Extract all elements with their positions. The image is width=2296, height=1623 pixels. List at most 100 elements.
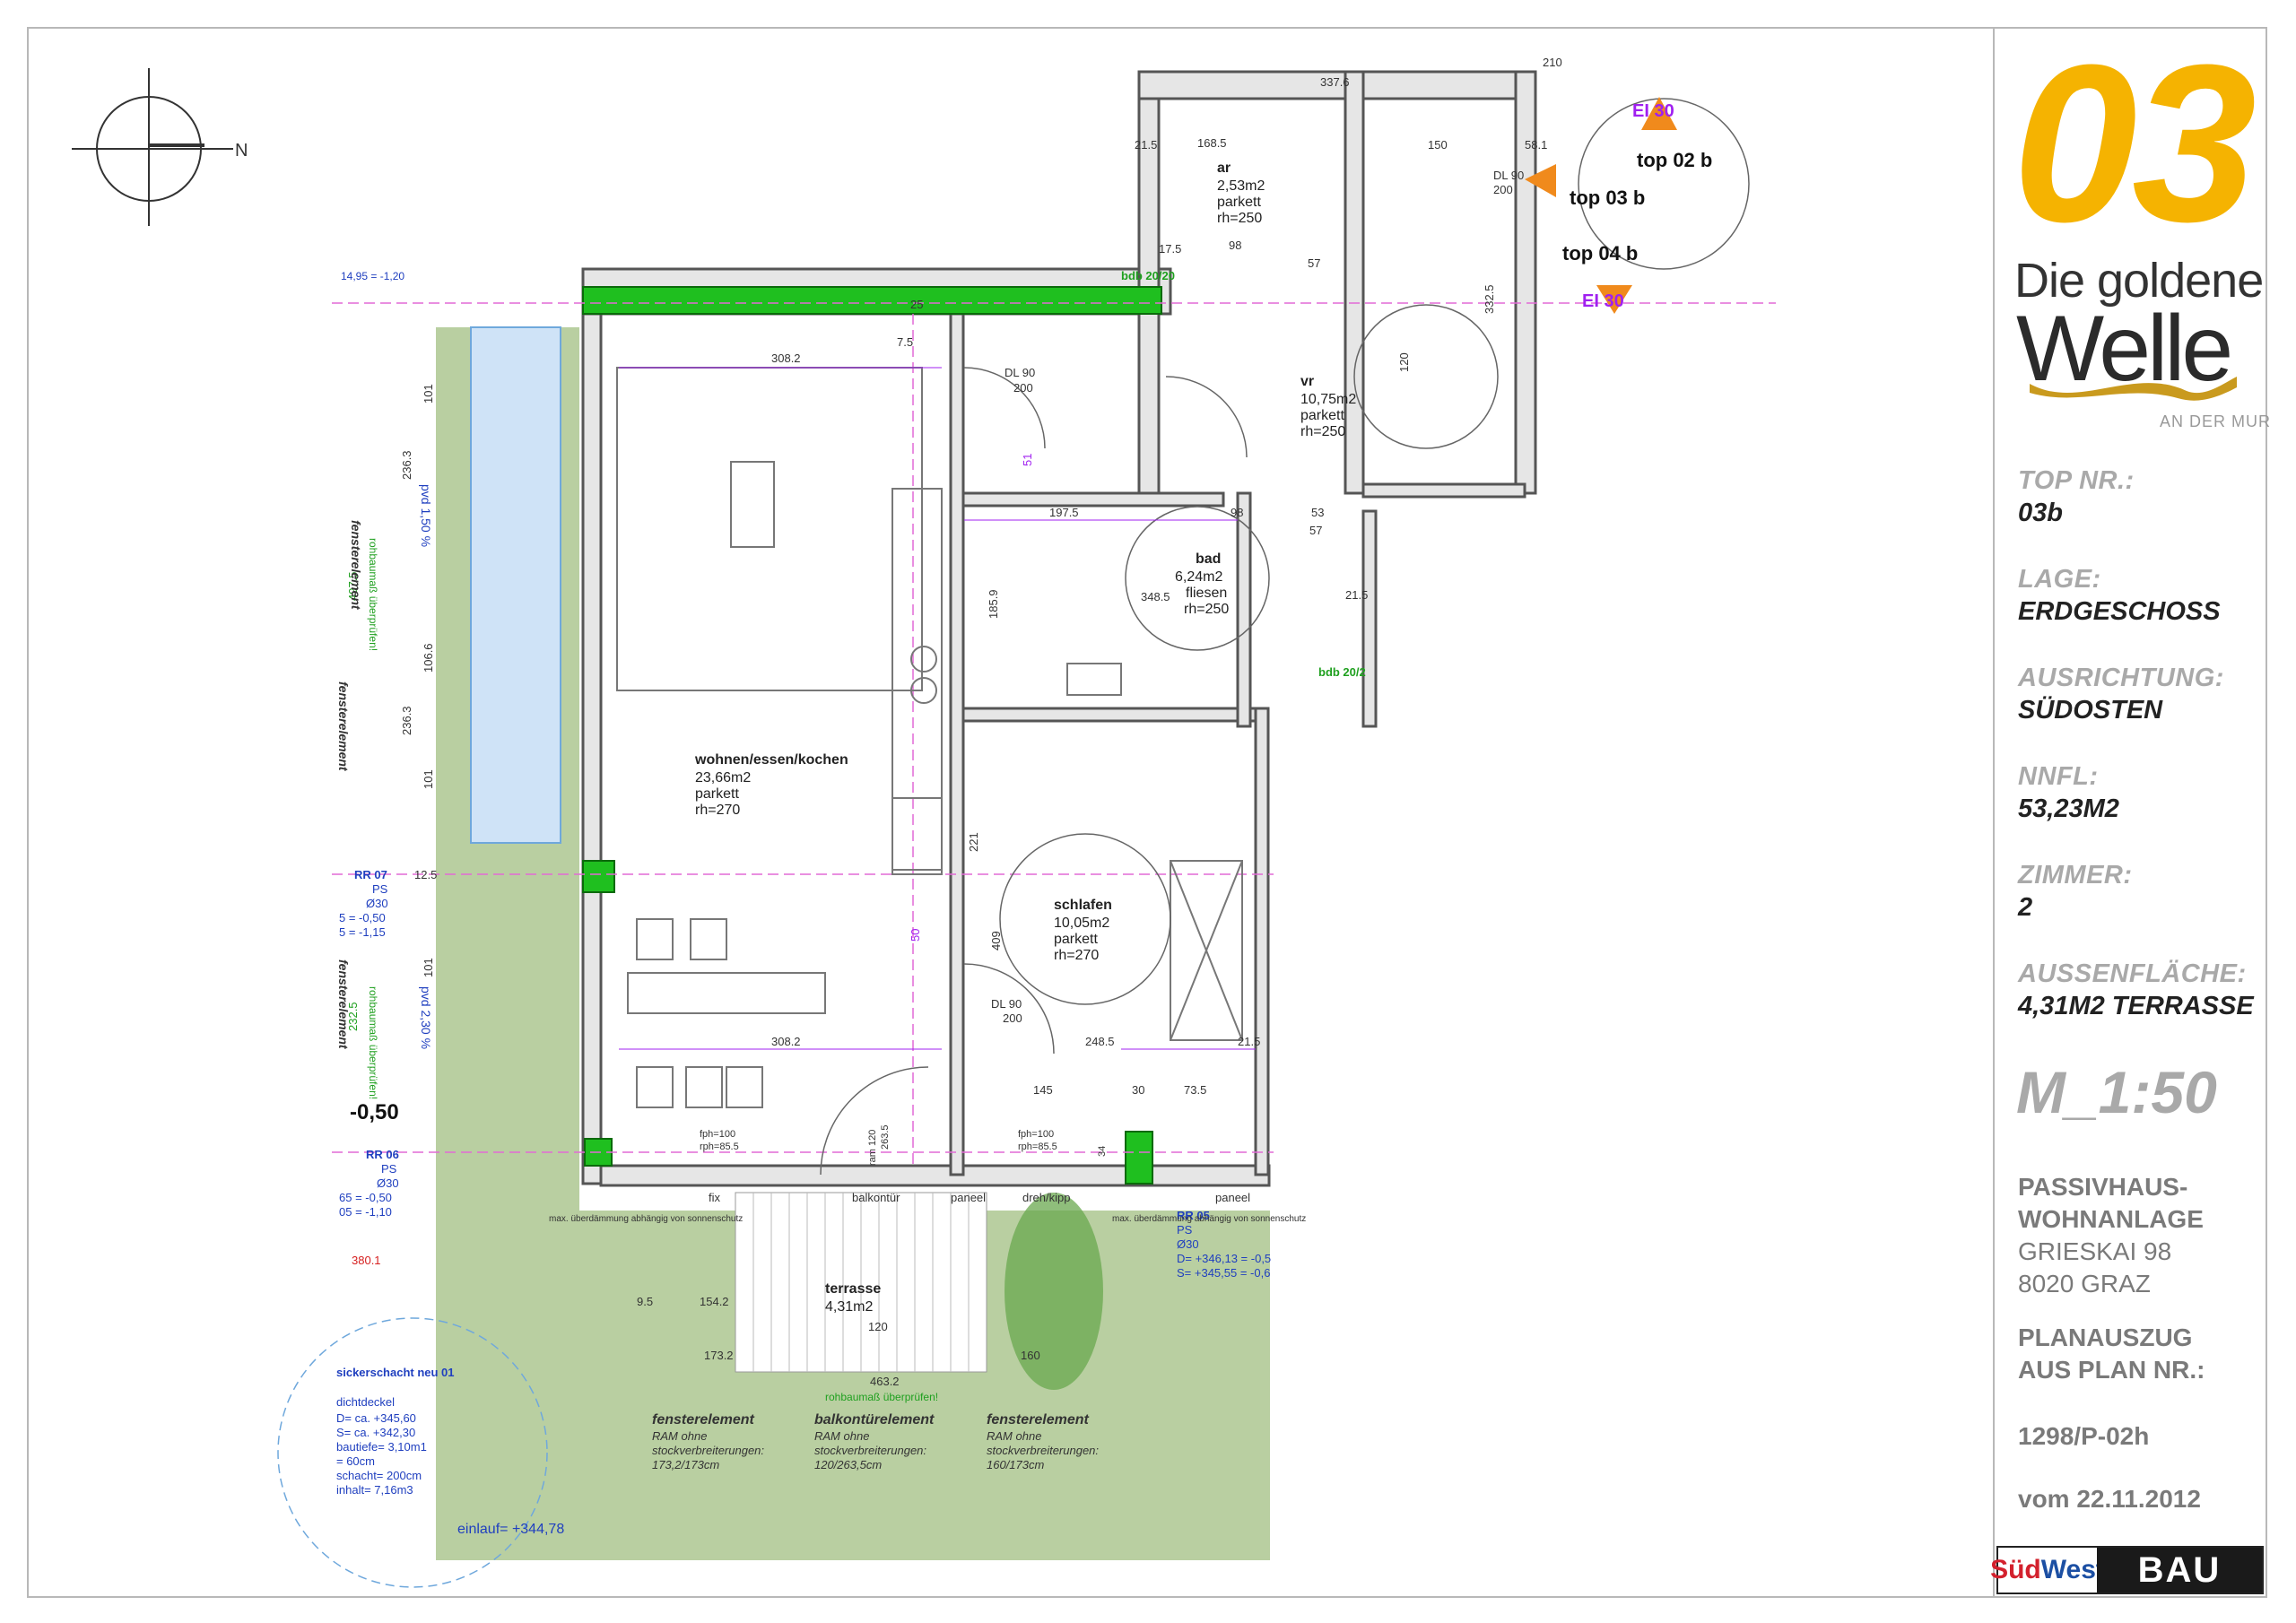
info-value-zimmer: 2	[2018, 893, 2033, 922]
svg-text:236.3: 236.3	[400, 706, 413, 735]
svg-text:-0,50: -0,50	[350, 1100, 399, 1124]
svg-text:S= +345,55 = -0,6: S= +345,55 = -0,6	[1177, 1266, 1270, 1280]
svg-text:73.5: 73.5	[1184, 1083, 1206, 1097]
bdb-label: bdb 20/20	[1121, 269, 1175, 282]
svg-text:fensterelement: fensterelement	[336, 959, 351, 1050]
svg-text:185.9: 185.9	[987, 589, 1000, 619]
svg-text:pvd 1,50 %: pvd 1,50 %	[419, 484, 433, 547]
svg-text:120: 120	[1397, 352, 1411, 372]
svg-text:05 = -1,10: 05 = -1,10	[339, 1205, 392, 1219]
svg-text:120: 120	[868, 1320, 888, 1333]
svg-text:fph=100: fph=100	[1018, 1129, 1054, 1140]
svg-text:max. überdämmung abhängig von: max. überdämmung abhängig von sonnenschu…	[549, 1214, 743, 1224]
svg-text:98: 98	[1229, 239, 1241, 252]
svg-text:150: 150	[1428, 138, 1448, 152]
svg-text:paneel: paneel	[951, 1191, 986, 1204]
legend-fensterelement-2: fensterelement	[987, 1412, 1089, 1428]
info-value-nnfl: 53,23M2	[2018, 794, 2119, 823]
svg-text:145: 145	[1033, 1083, 1053, 1097]
info-value-ausrichtung: SÜDOSTEN	[2018, 696, 2163, 725]
svg-text:51: 51	[1021, 454, 1034, 466]
svg-text:rohbaumaß überprüfen!: rohbaumaß überprüfen!	[367, 538, 379, 651]
svg-text:2,53m2: 2,53m2	[1217, 178, 1265, 194]
svg-text:rph=85.5: rph=85.5	[1018, 1141, 1057, 1152]
svg-text:RAM ohne: RAM ohne	[814, 1429, 869, 1443]
svg-text:pvd 2,30 %: pvd 2,30 %	[419, 986, 433, 1049]
info-label-aussenflaeche: AUSSENFLÄCHE:	[2018, 959, 2247, 988]
top-number: 03	[2012, 18, 2257, 268]
svg-text:4,31m2: 4,31m2	[825, 1299, 873, 1315]
info-label-top-nr: TOP NR.:	[2018, 466, 2135, 495]
north-label: N	[235, 141, 248, 161]
svg-text:173.2: 173.2	[704, 1349, 734, 1362]
svg-text:rh=270: rh=270	[1054, 948, 1099, 963]
company-logo-left: Süd West	[1990, 1548, 2105, 1593]
svg-text:106.6: 106.6	[422, 643, 435, 673]
company-logo: Süd West BAU	[1990, 1546, 2264, 1594]
info-value-top-nr: 03b	[2018, 499, 2063, 527]
svg-text:160: 160	[1021, 1349, 1040, 1362]
svg-text:10,05m2: 10,05m2	[1054, 916, 1109, 931]
svg-text:= 60cm: = 60cm	[336, 1454, 375, 1468]
svg-text:101: 101	[422, 769, 435, 789]
svg-text:dichtdeckel: dichtdeckel	[336, 1395, 395, 1409]
svg-text:25: 25	[910, 298, 923, 311]
svg-text:101: 101	[422, 958, 435, 977]
svg-text:bdb 20/2: bdb 20/2	[1318, 665, 1366, 679]
info-value-aussenflaeche: 4,31M2 TERRASSE	[2018, 992, 2254, 1020]
legend-fensterelement-1: fensterelement	[652, 1412, 754, 1428]
svg-text:463.2: 463.2	[870, 1375, 900, 1388]
top-label-02b: top 02 b	[1637, 149, 1712, 171]
svg-text:58.1: 58.1	[1525, 138, 1547, 152]
svg-text:9.5: 9.5	[637, 1295, 653, 1308]
window-glass	[470, 326, 561, 844]
svg-text:5 = -0,50: 5 = -0,50	[339, 911, 386, 924]
svg-text:21.5: 21.5	[1238, 1035, 1260, 1048]
svg-text:23,66m2: 23,66m2	[695, 770, 751, 785]
room-name-terrasse: terrasse	[825, 1281, 881, 1297]
info-label-ausrichtung: AUSRICHTUNG:	[2018, 664, 2224, 692]
svg-text:57: 57	[1308, 256, 1320, 270]
top-label-04b: top 04 b	[1562, 242, 1638, 265]
svg-text:221: 221	[967, 832, 980, 852]
svg-text:Ø30: Ø30	[366, 897, 388, 910]
info-label-nnfl: NNFL:	[2018, 762, 2099, 791]
project-line-4: 8020 GRAZ	[2018, 1270, 2151, 1298]
tree-icon	[1004, 1193, 1103, 1390]
svg-text:parkett: parkett	[695, 786, 739, 802]
room-name-vr: vr	[1300, 374, 1314, 389]
sickerschacht-title: sickerschacht neu 01	[336, 1366, 455, 1379]
door-label: DL 90	[1004, 366, 1035, 379]
svg-text:rh=270: rh=270	[695, 803, 740, 818]
svg-text:348.5: 348.5	[1141, 590, 1170, 603]
plan-ref-label-2: AUS PLAN NR.:	[2018, 1356, 2205, 1384]
room-name-wohnen: wohnen/essen/kochen	[694, 752, 848, 768]
svg-text:197.5: 197.5	[1049, 506, 1079, 519]
svg-text:rh=250: rh=250	[1217, 211, 1262, 226]
svg-text:154.2: 154.2	[700, 1295, 729, 1308]
svg-text:fensterelement: fensterelement	[336, 681, 351, 772]
svg-text:5 = -1,15: 5 = -1,15	[339, 925, 386, 939]
svg-text:53: 53	[1311, 506, 1324, 519]
svg-text:10,75m2: 10,75m2	[1300, 392, 1356, 407]
svg-text:120/263,5cm: 120/263,5cm	[814, 1458, 882, 1471]
rr06-label: RR 06	[366, 1148, 399, 1161]
svg-text:stockverbreiterungen:: stockverbreiterungen:	[987, 1444, 1099, 1457]
svg-text:schacht= 200cm: schacht= 200cm	[336, 1469, 422, 1482]
svg-text:PS: PS	[381, 1162, 397, 1176]
svg-text:EI 30: EI 30	[1582, 291, 1624, 311]
top-label-03b: top 03 b	[1570, 187, 1645, 209]
svg-text:rph=85.5: rph=85.5	[700, 1141, 739, 1152]
svg-text:fix: fix	[709, 1191, 721, 1204]
svg-text:D= ca. +345,60: D= ca. +345,60	[336, 1411, 416, 1425]
plan-ref-label-1: PLANAUSZUG	[2018, 1324, 2193, 1351]
scale-label: M_1:50	[2016, 1059, 2217, 1125]
svg-text:17.5: 17.5	[1159, 242, 1181, 256]
svg-text:PS: PS	[1177, 1223, 1193, 1237]
svg-text:7.5: 7.5	[897, 335, 913, 349]
plan-number: 1298/P-02h	[2018, 1422, 2150, 1450]
svg-text:dreh/kipp: dreh/kipp	[1022, 1191, 1070, 1204]
svg-text:rh=250: rh=250	[1300, 424, 1345, 439]
svg-text:98: 98	[1231, 506, 1243, 519]
room-name-schlafen: schlafen	[1054, 898, 1112, 913]
